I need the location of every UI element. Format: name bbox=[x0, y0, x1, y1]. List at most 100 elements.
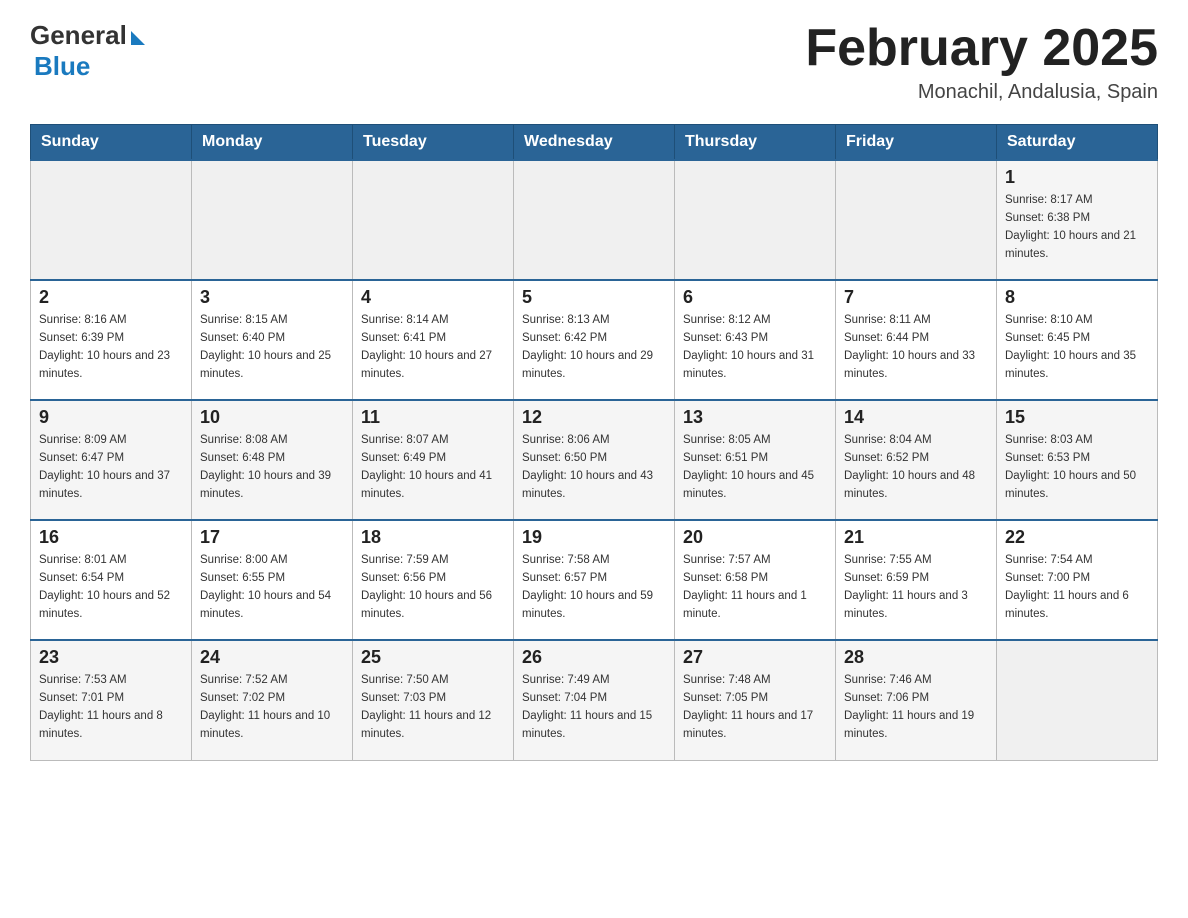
day-cell bbox=[836, 160, 997, 280]
day-info: Sunrise: 7:52 AM Sunset: 7:02 PM Dayligh… bbox=[200, 672, 344, 743]
day-cell bbox=[31, 160, 192, 280]
day-cell: 8 Sunrise: 8:10 AM Sunset: 6:45 PM Daylig… bbox=[997, 280, 1158, 400]
day-info: Sunrise: 8:06 AM Sunset: 6:50 PM Dayligh… bbox=[522, 432, 666, 503]
calendar-title: February 2025 bbox=[805, 20, 1158, 77]
day-number: 28 bbox=[844, 647, 988, 668]
week-row-5: 23 Sunrise: 7:53 AM Sunset: 7:01 PM Dayli… bbox=[31, 640, 1158, 760]
day-info: Sunrise: 8:15 AM Sunset: 6:40 PM Dayligh… bbox=[200, 312, 344, 383]
day-cell: 28 Sunrise: 7:46 AM Sunset: 7:06 PM Dayli… bbox=[836, 640, 997, 760]
day-cell: 3 Sunrise: 8:15 AM Sunset: 6:40 PM Daylig… bbox=[192, 280, 353, 400]
day-cell: 17 Sunrise: 8:00 AM Sunset: 6:55 PM Dayli… bbox=[192, 520, 353, 640]
day-info: Sunrise: 7:59 AM Sunset: 6:56 PM Dayligh… bbox=[361, 552, 505, 623]
day-number: 11 bbox=[361, 407, 505, 428]
calendar-table: SundayMondayTuesdayWednesdayThursdayFrid… bbox=[30, 124, 1158, 761]
day-cell: 5Sunrise: 8:13 AM Sunset: 6:42 PM Daylig… bbox=[514, 280, 675, 400]
day-cell: 18 Sunrise: 7:59 AM Sunset: 6:56 PM Dayli… bbox=[353, 520, 514, 640]
day-cell: 22Sunrise: 7:54 AM Sunset: 7:00 PM Dayli… bbox=[997, 520, 1158, 640]
column-header-friday: Friday bbox=[836, 125, 997, 161]
day-info: Sunrise: 7:49 AM Sunset: 7:04 PM Dayligh… bbox=[522, 672, 666, 743]
day-cell: 14Sunrise: 8:04 AM Sunset: 6:52 PM Dayli… bbox=[836, 400, 997, 520]
header-row: SundayMondayTuesdayWednesdayThursdayFrid… bbox=[31, 125, 1158, 161]
day-cell bbox=[514, 160, 675, 280]
week-row-3: 9Sunrise: 8:09 AM Sunset: 6:47 PM Daylig… bbox=[31, 400, 1158, 520]
day-cell: 27 Sunrise: 7:48 AM Sunset: 7:05 PM Dayli… bbox=[675, 640, 836, 760]
day-number: 22 bbox=[1005, 527, 1149, 548]
day-info: Sunrise: 7:55 AM Sunset: 6:59 PM Dayligh… bbox=[844, 552, 988, 623]
day-cell: 11 Sunrise: 8:07 AM Sunset: 6:49 PM Dayli… bbox=[353, 400, 514, 520]
day-info: Sunrise: 8:08 AM Sunset: 6:48 PM Dayligh… bbox=[200, 432, 344, 503]
day-number: 18 bbox=[361, 527, 505, 548]
day-number: 27 bbox=[683, 647, 827, 668]
day-cell: 6 Sunrise: 8:12 AM Sunset: 6:43 PM Daylig… bbox=[675, 280, 836, 400]
logo-general-text: General bbox=[30, 20, 127, 51]
day-number: 7 bbox=[844, 287, 988, 308]
day-number: 21 bbox=[844, 527, 988, 548]
column-header-saturday: Saturday bbox=[997, 125, 1158, 161]
day-cell: 26 Sunrise: 7:49 AM Sunset: 7:04 PM Dayli… bbox=[514, 640, 675, 760]
column-header-monday: Monday bbox=[192, 125, 353, 161]
day-number: 26 bbox=[522, 647, 666, 668]
calendar-subtitle: Monachil, Andalusia, Spain bbox=[805, 81, 1158, 104]
day-info: Sunrise: 8:11 AM Sunset: 6:44 PM Dayligh… bbox=[844, 312, 988, 383]
day-number: 4 bbox=[361, 287, 505, 308]
day-number: 24 bbox=[200, 647, 344, 668]
day-cell: 25 Sunrise: 7:50 AM Sunset: 7:03 PM Dayli… bbox=[353, 640, 514, 760]
day-info: Sunrise: 7:46 AM Sunset: 7:06 PM Dayligh… bbox=[844, 672, 988, 743]
day-number: 3 bbox=[200, 287, 344, 308]
day-number: 15 bbox=[1005, 407, 1149, 428]
day-info: Sunrise: 7:48 AM Sunset: 7:05 PM Dayligh… bbox=[683, 672, 827, 743]
column-header-sunday: Sunday bbox=[31, 125, 192, 161]
day-number: 25 bbox=[361, 647, 505, 668]
day-info: Sunrise: 8:07 AM Sunset: 6:49 PM Dayligh… bbox=[361, 432, 505, 503]
day-info: Sunrise: 7:57 AM Sunset: 6:58 PM Dayligh… bbox=[683, 552, 827, 623]
day-number: 1 bbox=[1005, 167, 1149, 188]
day-info: Sunrise: 7:53 AM Sunset: 7:01 PM Dayligh… bbox=[39, 672, 183, 743]
day-info: Sunrise: 7:50 AM Sunset: 7:03 PM Dayligh… bbox=[361, 672, 505, 743]
day-cell: 10 Sunrise: 8:08 AM Sunset: 6:48 PM Dayli… bbox=[192, 400, 353, 520]
day-cell: 19 Sunrise: 7:58 AM Sunset: 6:57 PM Dayli… bbox=[514, 520, 675, 640]
day-number: 14 bbox=[844, 407, 988, 428]
title-block: February 2025 Monachil, Andalusia, Spain bbox=[805, 20, 1158, 104]
day-number: 19 bbox=[522, 527, 666, 548]
day-info: Sunrise: 7:58 AM Sunset: 6:57 PM Dayligh… bbox=[522, 552, 666, 623]
day-number: 12 bbox=[522, 407, 666, 428]
day-number: 13 bbox=[683, 407, 827, 428]
day-number: 17 bbox=[200, 527, 344, 548]
day-info: Sunrise: 8:05 AM Sunset: 6:51 PM Dayligh… bbox=[683, 432, 827, 503]
day-cell: 13 Sunrise: 8:05 AM Sunset: 6:51 PM Dayli… bbox=[675, 400, 836, 520]
column-header-tuesday: Tuesday bbox=[353, 125, 514, 161]
day-number: 23 bbox=[39, 647, 183, 668]
logo: General Blue bbox=[30, 20, 145, 82]
day-cell: 7 Sunrise: 8:11 AM Sunset: 6:44 PM Daylig… bbox=[836, 280, 997, 400]
day-cell: 1 Sunrise: 8:17 AM Sunset: 6:38 PM Daylig… bbox=[997, 160, 1158, 280]
day-number: 6 bbox=[683, 287, 827, 308]
day-info: Sunrise: 8:14 AM Sunset: 6:41 PM Dayligh… bbox=[361, 312, 505, 383]
day-info: Sunrise: 8:03 AM Sunset: 6:53 PM Dayligh… bbox=[1005, 432, 1149, 503]
day-cell: 20 Sunrise: 7:57 AM Sunset: 6:58 PM Dayli… bbox=[675, 520, 836, 640]
day-cell bbox=[192, 160, 353, 280]
day-cell: 16 Sunrise: 8:01 AM Sunset: 6:54 PM Dayli… bbox=[31, 520, 192, 640]
day-number: 9 bbox=[39, 407, 183, 428]
week-row-2: 2Sunrise: 8:16 AM Sunset: 6:39 PM Daylig… bbox=[31, 280, 1158, 400]
day-info: Sunrise: 8:12 AM Sunset: 6:43 PM Dayligh… bbox=[683, 312, 827, 383]
day-number: 20 bbox=[683, 527, 827, 548]
day-info: Sunrise: 8:16 AM Sunset: 6:39 PM Dayligh… bbox=[39, 312, 183, 383]
day-info: Sunrise: 8:10 AM Sunset: 6:45 PM Dayligh… bbox=[1005, 312, 1149, 383]
page-header: General Blue February 2025 Monachil, And… bbox=[30, 20, 1158, 104]
day-cell: 23 Sunrise: 7:53 AM Sunset: 7:01 PM Dayli… bbox=[31, 640, 192, 760]
day-cell: 9Sunrise: 8:09 AM Sunset: 6:47 PM Daylig… bbox=[31, 400, 192, 520]
logo-blue-text: Blue bbox=[34, 51, 90, 82]
day-info: Sunrise: 8:01 AM Sunset: 6:54 PM Dayligh… bbox=[39, 552, 183, 623]
column-header-thursday: Thursday bbox=[675, 125, 836, 161]
day-cell: 24 Sunrise: 7:52 AM Sunset: 7:02 PM Dayli… bbox=[192, 640, 353, 760]
day-number: 16 bbox=[39, 527, 183, 548]
week-row-4: 16 Sunrise: 8:01 AM Sunset: 6:54 PM Dayli… bbox=[31, 520, 1158, 640]
day-info: Sunrise: 8:17 AM Sunset: 6:38 PM Dayligh… bbox=[1005, 192, 1149, 263]
day-number: 10 bbox=[200, 407, 344, 428]
day-info: Sunrise: 8:00 AM Sunset: 6:55 PM Dayligh… bbox=[200, 552, 344, 623]
day-cell: 21 Sunrise: 7:55 AM Sunset: 6:59 PM Dayli… bbox=[836, 520, 997, 640]
day-cell: 2Sunrise: 8:16 AM Sunset: 6:39 PM Daylig… bbox=[31, 280, 192, 400]
day-number: 5 bbox=[522, 287, 666, 308]
day-number: 8 bbox=[1005, 287, 1149, 308]
day-cell: 15 Sunrise: 8:03 AM Sunset: 6:53 PM Dayli… bbox=[997, 400, 1158, 520]
